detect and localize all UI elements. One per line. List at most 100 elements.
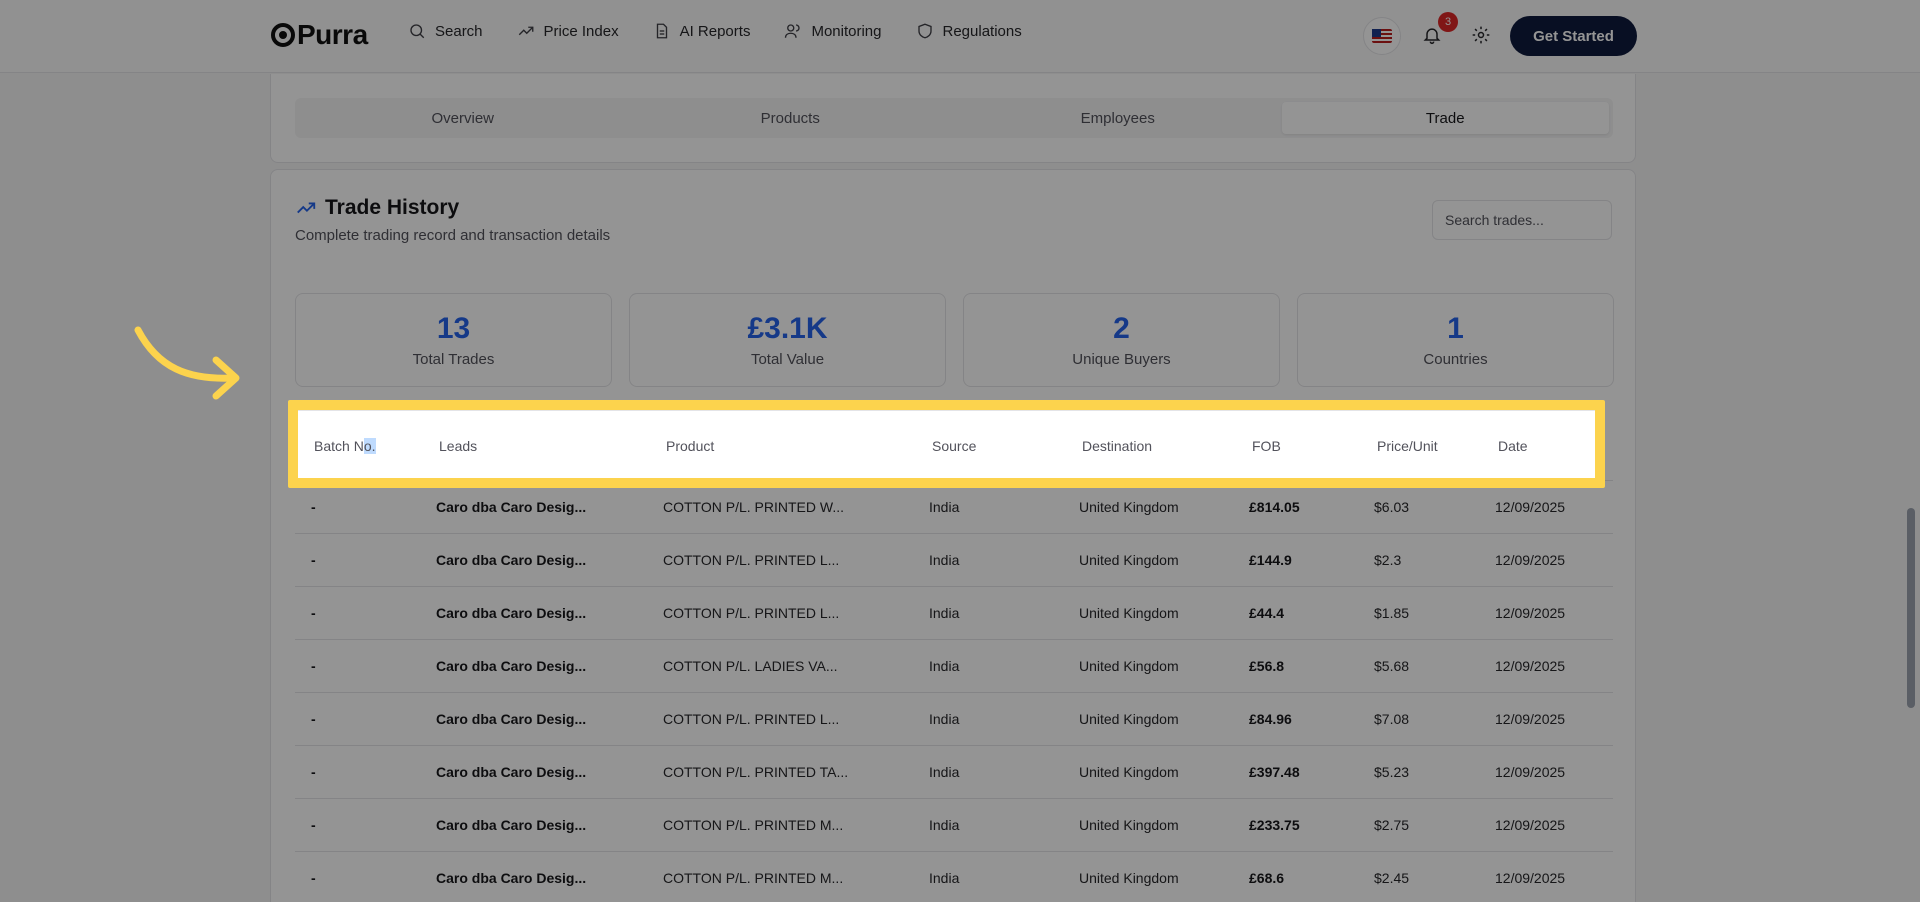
date-cell: 12/09/2025: [1479, 586, 1613, 640]
column-header-fob[interactable]: FOB: [1236, 410, 1361, 481]
tab-employees[interactable]: Employees: [954, 102, 1282, 134]
nav-item-search[interactable]: Search: [408, 22, 483, 40]
product-cell: COTTON P/L. PRINTED M...: [647, 798, 913, 852]
table-row[interactable]: - Caro dba Caro Desig... COTTON P/L. PRINT…: [295, 480, 1613, 534]
batch-no-cell: -: [295, 851, 420, 902]
column-header-leads[interactable]: Leads: [423, 410, 650, 481]
column-header-destination[interactable]: Destination: [1066, 410, 1236, 481]
nav-item-regulations[interactable]: Regulations: [916, 22, 1022, 40]
table-row[interactable]: - Caro dba Caro Desig... COTTON P/L. PRINT…: [295, 745, 1613, 799]
pointer-arrow-icon: [134, 326, 240, 400]
date-cell: 12/09/2025: [1479, 480, 1613, 534]
product-cell: COTTON P/L. PRINTED L...: [647, 692, 913, 746]
destination-cell: United Kingdom: [1063, 692, 1233, 746]
batch-no-cell: -: [295, 692, 420, 746]
stat-total-trades: 13 Total Trades: [295, 293, 612, 387]
batch-no-cell: -: [295, 533, 420, 587]
get-started-button[interactable]: Get Started: [1510, 16, 1637, 56]
users-icon: [785, 24, 801, 38]
trade-history-header: Trade History: [295, 196, 459, 220]
leads-cell: Caro dba Caro Desig...: [420, 745, 647, 799]
destination-cell: United Kingdom: [1063, 533, 1233, 587]
tab-overview[interactable]: Overview: [299, 102, 627, 134]
source-cell: India: [913, 480, 1063, 534]
product-cell: COTTON P/L. PRINTED L...: [647, 533, 913, 587]
product-cell: COTTON P/L. PRINTED W...: [647, 480, 913, 534]
settings-button[interactable]: [1471, 25, 1493, 47]
table-row[interactable]: - Caro dba Caro Desig... COTTON P/L. PRINT…: [295, 533, 1613, 587]
leads-cell: Caro dba Caro Desig...: [420, 851, 647, 902]
leads-cell: Caro dba Caro Desig...: [420, 639, 647, 693]
batch-no-cell: -: [295, 480, 420, 534]
destination-cell: United Kingdom: [1063, 745, 1233, 799]
shield-icon: [917, 23, 932, 39]
notification-badge: 3: [1438, 12, 1458, 32]
stat-total-value: £3.1K Total Value: [629, 293, 946, 387]
table-row[interactable]: - Caro dba Caro Desig... COTTON P/L. PRINT…: [295, 798, 1613, 852]
column-header-product[interactable]: Product: [650, 410, 916, 481]
fob-cell: £397.48: [1233, 745, 1358, 799]
date-cell: 12/09/2025: [1479, 745, 1613, 799]
nav-menu: Search Price Index AI Reports Monitoring…: [408, 22, 1022, 40]
language-button[interactable]: [1363, 17, 1401, 55]
destination-cell: United Kingdom: [1063, 639, 1233, 693]
gear-icon: [1472, 26, 1490, 44]
fob-cell: £233.75: [1233, 798, 1358, 852]
tab-bar: Overview Products Employees Trade: [295, 98, 1613, 138]
batch-no-cell: -: [295, 798, 420, 852]
trending-up-icon: [297, 202, 316, 214]
source-cell: India: [913, 533, 1063, 587]
source-cell: India: [913, 745, 1063, 799]
price-unit-cell: $2.75: [1358, 798, 1479, 852]
column-header-date[interactable]: Date: [1482, 410, 1596, 481]
page-scrollbar[interactable]: [1907, 508, 1915, 708]
stat-countries: 1 Countries: [1297, 293, 1614, 387]
date-cell: 12/09/2025: [1479, 639, 1613, 693]
price-unit-cell: $1.85: [1358, 586, 1479, 640]
column-header-source[interactable]: Source: [916, 410, 1066, 481]
search-icon: [410, 24, 425, 39]
fob-cell: £144.9: [1233, 533, 1358, 587]
tab-trade[interactable]: Trade: [1281, 102, 1609, 134]
table-row[interactable]: - Caro dba Caro Desig... COTTON P/L. PRINT…: [295, 586, 1613, 640]
tabs-card: Overview Products Employees Trade: [270, 74, 1636, 163]
leads-cell: Caro dba Caro Desig...: [420, 798, 647, 852]
nav-item-monitoring[interactable]: Monitoring: [784, 22, 882, 40]
us-flag-icon: [1372, 29, 1392, 43]
top-nav: Purra Search Price Index AI Reports Moni…: [0, 0, 1920, 73]
text-selection: o.: [363, 437, 376, 454]
price-unit-cell: $7.08: [1358, 692, 1479, 746]
fob-cell: £84.96: [1233, 692, 1358, 746]
date-cell: 12/09/2025: [1479, 692, 1613, 746]
trade-table: - Caro dba Caro Desig... COTTON P/L. PRINT…: [295, 420, 1613, 902]
search-trades-input[interactable]: [1432, 200, 1612, 240]
nav-item-price-index[interactable]: Price Index: [517, 22, 619, 40]
batch-no-cell: -: [295, 745, 420, 799]
table-row[interactable]: - Caro dba Caro Desig... COTTON P/L. LADIE…: [295, 639, 1613, 693]
logo-mark-icon: [271, 23, 295, 47]
batch-no-cell: -: [295, 639, 420, 693]
destination-cell: United Kingdom: [1063, 798, 1233, 852]
date-cell: 12/09/2025: [1479, 798, 1613, 852]
product-cell: COTTON P/L. PRINTED TA...: [647, 745, 913, 799]
tab-products[interactable]: Products: [627, 102, 955, 134]
fob-cell: £44.4: [1233, 586, 1358, 640]
trending-up-icon: [518, 26, 533, 36]
source-cell: India: [913, 798, 1063, 852]
highlighted-table-header: Batch No. Leads Product Source Destinati…: [298, 410, 1596, 481]
nav-item-ai-reports[interactable]: AI Reports: [653, 22, 750, 40]
source-cell: India: [913, 692, 1063, 746]
fob-cell: £814.05: [1233, 480, 1358, 534]
leads-cell: Caro dba Caro Desig...: [420, 692, 647, 746]
column-header-batch-no[interactable]: Batch No.: [298, 410, 423, 481]
stat-unique-buyers: 2 Unique Buyers: [963, 293, 1280, 387]
destination-cell: United Kingdom: [1063, 851, 1233, 902]
fob-cell: £56.8: [1233, 639, 1358, 693]
leads-cell: Caro dba Caro Desig...: [420, 480, 647, 534]
fob-cell: £68.6: [1233, 851, 1358, 902]
table-row[interactable]: - Caro dba Caro Desig... COTTON P/L. PRINT…: [295, 851, 1613, 902]
date-cell: 12/09/2025: [1479, 533, 1613, 587]
column-header-price-unit[interactable]: Price/Unit: [1361, 410, 1482, 481]
logo[interactable]: Purra: [271, 19, 368, 51]
table-row[interactable]: - Caro dba Caro Desig... COTTON P/L. PRINT…: [295, 692, 1613, 746]
